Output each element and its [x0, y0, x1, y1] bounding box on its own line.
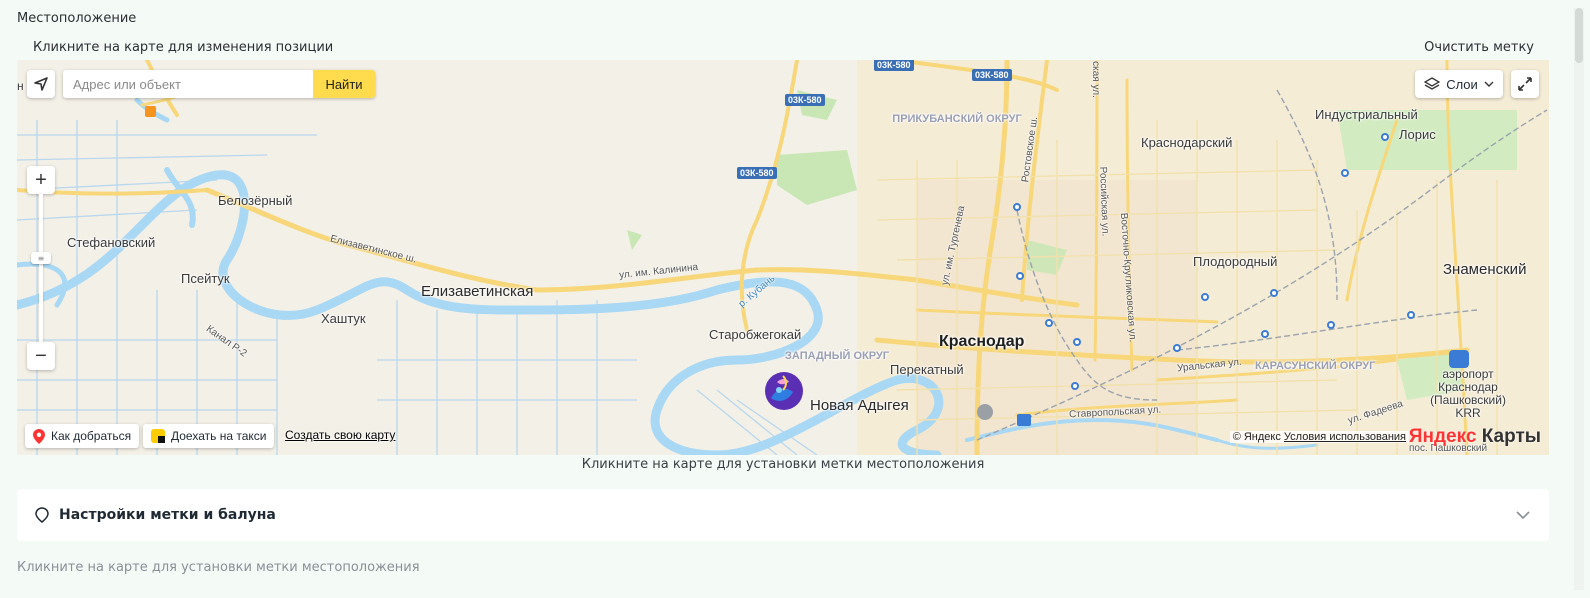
chevron-down-icon — [1484, 81, 1494, 87]
map-label-khashtuk: Хаштук — [321, 311, 366, 326]
zoom-out-button[interactable]: − — [27, 342, 55, 370]
chevron-down-icon — [1516, 511, 1530, 520]
location-pin-icon — [33, 428, 45, 444]
map-district-prikubansky: ПРИКУБАНСКИЙ ОКРУГ — [892, 113, 1022, 125]
layers-label: Слои — [1446, 76, 1478, 92]
route-label: Как добраться — [51, 429, 132, 443]
map-district-zapadny: ЗАПАДНЫЙ ОКРУГ — [785, 350, 890, 362]
road-sign-1: 03К-580 — [874, 60, 914, 71]
taxi-button[interactable]: Доехать на такси — [143, 424, 275, 448]
road-sign-2: 03К-580 — [972, 69, 1012, 81]
plus-icon: + — [35, 168, 47, 191]
map-label-partial: н — [17, 79, 24, 93]
section-title: Местоположение — [17, 11, 137, 26]
marker-settings-accordion[interactable]: Настройки метки и балуна — [17, 489, 1549, 541]
fullscreen-icon — [1518, 77, 1532, 91]
location-marker-icon[interactable] — [763, 370, 805, 412]
map-label-belozerny: Белозёрный — [218, 193, 293, 208]
page-scrollbar-thumb[interactable] — [1575, 8, 1583, 63]
zoom-slider-handle[interactable]: ≡ — [31, 252, 51, 264]
terms-link[interactable]: Условия использования — [1284, 431, 1406, 443]
marker-settings-label: Настройки метки и балуна — [59, 507, 276, 523]
road-sign-4: 03К-580 — [737, 167, 777, 179]
minus-icon: − — [35, 344, 47, 367]
map-search-bar: Найти — [63, 70, 375, 98]
map-label-stefanovsky: Стефановский — [67, 235, 156, 250]
logo-ya: Яндекс — [1408, 426, 1477, 447]
layers-icon — [1424, 77, 1441, 90]
map-label-pseituk: Псейтук — [181, 271, 230, 286]
road-sign-3: 03К-580 — [785, 94, 825, 106]
map-district-karasunsky: КАРАСУНСКИЙ ОКРУГ — [1255, 360, 1376, 372]
map-label-starobzhegokai: Старобжегокай — [709, 327, 802, 342]
logo-rest: Карты — [1476, 426, 1541, 447]
map-label-krasnodar: Краснодар — [939, 333, 1025, 350]
copyright-text: © Яндекс — [1232, 431, 1281, 443]
map-label-industrialny: Индустриальный — [1315, 107, 1418, 122]
fullscreen-button[interactable] — [1511, 70, 1539, 98]
map-label-loris: Лорис — [1399, 127, 1436, 142]
map-copyright: © Яндекс Условия использования — [1229, 431, 1409, 443]
yandex-maps-logo[interactable]: Яндекс Карты — [1409, 426, 1541, 448]
page-scrollbar[interactable] — [1574, 8, 1584, 590]
clear-marker-link[interactable]: Очистить метку — [1424, 40, 1534, 55]
map-hint-bottom: Кликните на карте для установки метки ме… — [581, 457, 985, 472]
map-canvas[interactable]: н Белозёрный Стефановский Псейтук Хаштук… — [17, 60, 1549, 455]
create-map-link[interactable]: Создать свою карту — [285, 428, 395, 442]
zoom-in-button[interactable]: + — [27, 166, 55, 194]
map-search-button[interactable]: Найти — [313, 70, 375, 98]
map-label-znamensky: Знаменский — [1443, 261, 1527, 278]
map-label-krasnodarsky: Краснодарский — [1141, 135, 1233, 150]
map-label-airport: аэропорт Краснодар (Пашковский) KRR — [1430, 367, 1506, 420]
map-label-plodorodny: Плодородный — [1193, 254, 1278, 269]
taxi-label: Доехать на такси — [171, 429, 267, 443]
map-label-perekatny: Перекатный — [890, 362, 964, 377]
route-button[interactable]: Как добраться — [25, 424, 140, 448]
footer-hint: Кликните на карте для установки метки ме… — [17, 560, 420, 575]
pin-outline-icon — [35, 507, 49, 523]
zoom-slider-track[interactable] — [39, 194, 43, 342]
geolocation-arrow-icon — [34, 77, 48, 91]
map-search-input[interactable] — [63, 70, 313, 98]
map-street-partial: ская ул. — [1089, 61, 1101, 98]
layers-button[interactable]: Слои — [1415, 70, 1503, 98]
geolocation-button[interactable] — [27, 70, 55, 98]
map-label-elizavetinskaya: Елизаветинская — [421, 283, 534, 300]
taxi-icon — [151, 429, 165, 443]
map-hint-top: Кликните на карте для изменения позиции — [33, 40, 334, 55]
map-label-novaya-adygeya: Новая Адыгея — [810, 397, 909, 414]
